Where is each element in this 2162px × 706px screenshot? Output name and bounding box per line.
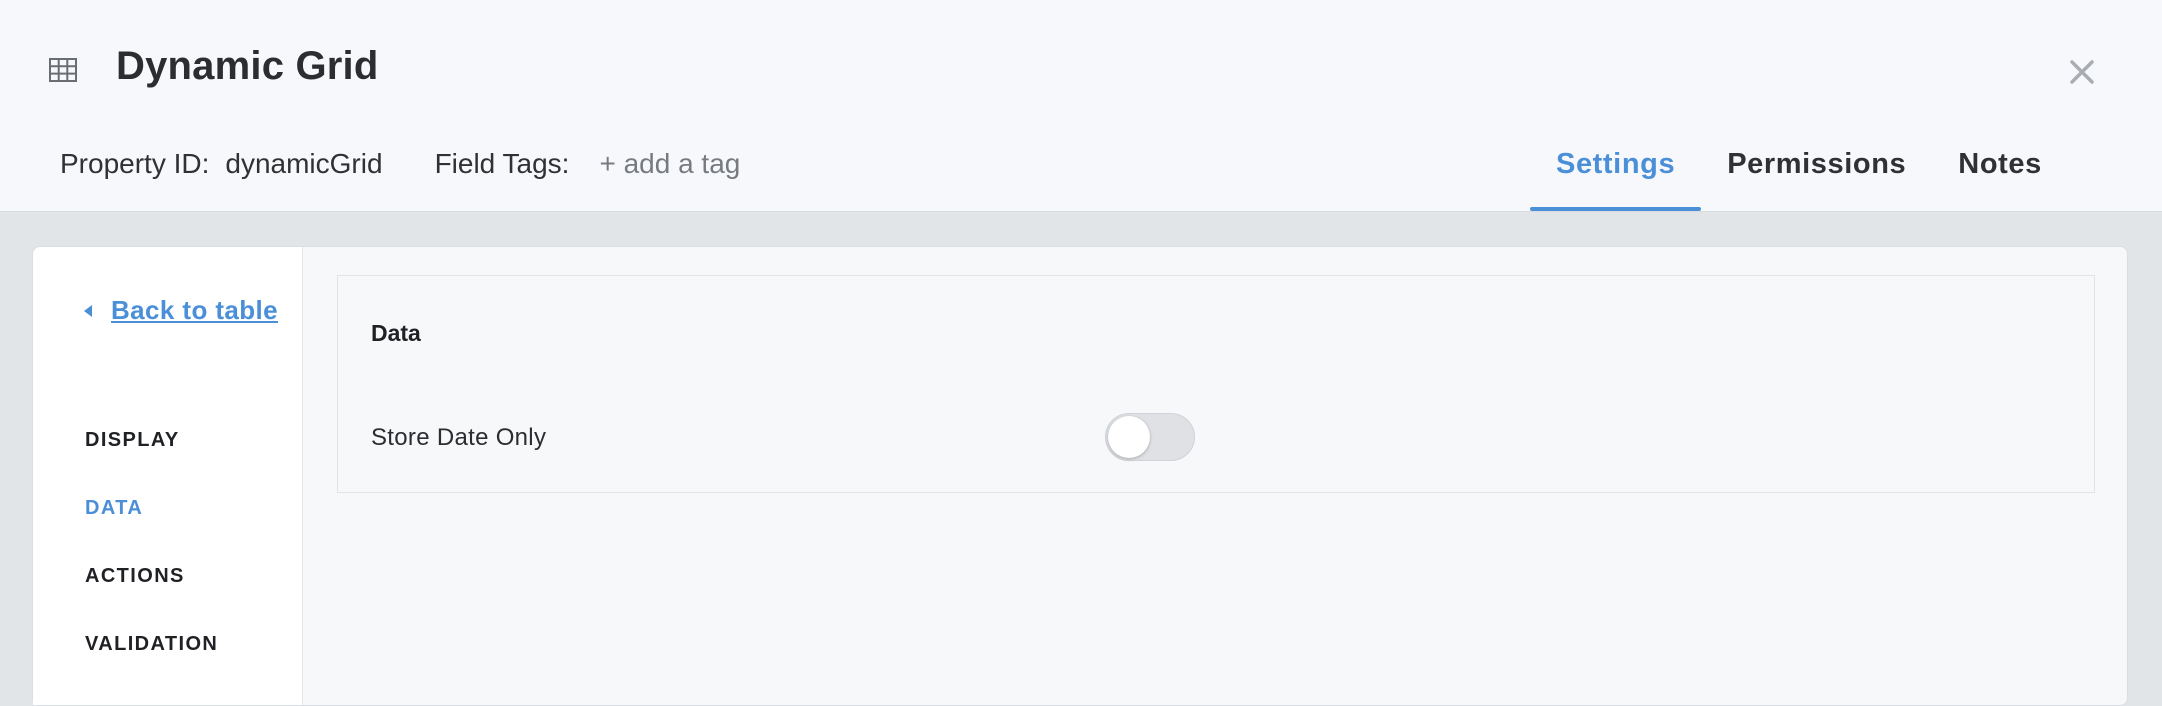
sidebar-item-data[interactable]: DATA <box>85 497 143 520</box>
add-tag-button[interactable]: + add a tag <box>599 148 740 180</box>
property-id-label: Property ID: <box>60 148 210 179</box>
field-tags-label: Field Tags: <box>434 148 570 179</box>
sidebar-item-actions[interactable]: ACTIONS <box>85 565 185 588</box>
data-section-panel: Data Store Date Only <box>337 275 2095 493</box>
tab-bar: Settings Permissions Notes <box>1530 148 2068 212</box>
tab-settings[interactable]: Settings <box>1530 148 1702 212</box>
store-date-only-label: Store Date Only <box>371 424 547 451</box>
close-icon[interactable] <box>2062 52 2102 92</box>
page-title: Dynamic Grid <box>116 44 379 88</box>
settings-card: Back to table DISPLAY DATA ACTIONS VALID… <box>32 246 2128 706</box>
section-title: Data <box>371 320 421 346</box>
tab-permissions[interactable]: Permissions <box>1701 148 1932 212</box>
sidebar-item-display[interactable]: DISPLAY <box>85 429 180 452</box>
toggle-knob <box>1108 416 1150 458</box>
property-meta-row: Property ID: dynamicGrid Field Tags: + a… <box>60 148 740 180</box>
sidebar-item-validation[interactable]: VALIDATION <box>85 633 218 656</box>
back-link-label: Back to table <box>111 295 279 325</box>
property-id-value: dynamicGrid <box>225 148 383 179</box>
grid-table-icon <box>49 58 77 82</box>
modal-header: Dynamic Grid Property ID: dynamicGrid Fi… <box>0 0 2162 212</box>
store-date-only-toggle[interactable] <box>1105 413 1195 461</box>
tab-notes[interactable]: Notes <box>1932 148 2068 212</box>
settings-sidebar: Back to table DISPLAY DATA ACTIONS VALID… <box>33 247 303 705</box>
caret-left-icon <box>84 304 92 317</box>
back-to-table-link[interactable]: Back to table <box>81 295 278 326</box>
